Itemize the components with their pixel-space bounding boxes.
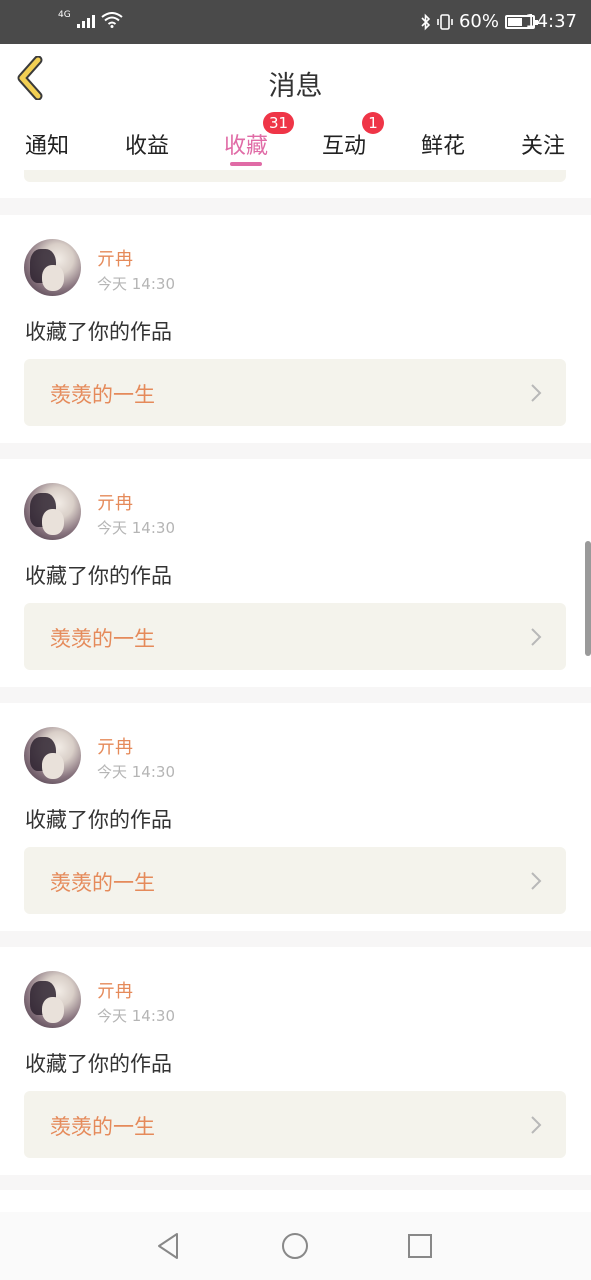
- nav-bar: 消息: [0, 44, 591, 118]
- battery-level: [508, 17, 523, 26]
- previous-card-fragment: [0, 170, 591, 198]
- user-name[interactable]: 亓冉: [97, 977, 133, 1003]
- list-item: 亓冉 今天 14:30 收藏了你的作品 羡羡的一生: [0, 459, 591, 687]
- work-title: 羡羡的一生: [50, 1115, 155, 1139]
- interactions-badge: 1: [362, 112, 384, 134]
- work-link[interactable]: 羡羡的一生: [24, 359, 566, 426]
- favorites-badge: 31: [263, 112, 295, 134]
- user-name[interactable]: 亓冉: [97, 489, 133, 515]
- clock: 14:37: [525, 11, 577, 32]
- timestamp: 今天 14:30: [97, 275, 175, 293]
- recents-square-icon[interactable]: [404, 1230, 436, 1262]
- bluetooth-icon: [421, 13, 431, 30]
- action-text: 收藏了你的作品: [25, 320, 172, 344]
- battery-percent: 60%: [458, 11, 499, 32]
- home-circle-icon[interactable]: [279, 1230, 311, 1262]
- tab-earnings[interactable]: 收益: [117, 128, 177, 160]
- tab-notifications[interactable]: 通知: [17, 128, 77, 160]
- user-name[interactable]: 亓冉: [97, 245, 133, 271]
- work-title: 羡羡的一生: [50, 383, 155, 407]
- avatar[interactable]: [24, 971, 81, 1028]
- work-title: 羡羡的一生: [50, 627, 155, 651]
- tab-flowers[interactable]: 鲜花: [413, 128, 473, 160]
- tab-bar: 通知 收益 收藏 31 互动 1 鲜花 关注: [0, 112, 591, 170]
- vibrate-icon: [437, 13, 453, 30]
- list-item: 亓冉 今天 14:30 收藏了你的作品 羡羡的一生: [0, 947, 591, 1175]
- avatar[interactable]: [24, 727, 81, 784]
- status-right: 60%: [421, 11, 538, 32]
- tab-favorites[interactable]: 收藏: [216, 128, 276, 160]
- chevron-right-icon: [531, 872, 542, 890]
- timestamp: 今天 14:30: [97, 1007, 175, 1025]
- work-link[interactable]: 羡羡的一生: [24, 1091, 566, 1158]
- scrollbar[interactable]: [585, 541, 591, 656]
- action-text: 收藏了你的作品: [25, 1052, 172, 1076]
- chevron-right-icon: [531, 1116, 542, 1134]
- network-type: 4G: [58, 10, 71, 20]
- tab-interactions[interactable]: 互动: [314, 128, 374, 160]
- chevron-right-icon: [531, 384, 542, 402]
- timestamp: 今天 14:30: [97, 763, 175, 781]
- signal-indicator: 4G: [58, 10, 123, 28]
- signal-icon: [76, 14, 95, 28]
- active-tab-indicator: [230, 162, 262, 166]
- previous-work-box[interactable]: [24, 170, 566, 182]
- wifi-icon: [101, 12, 123, 28]
- timestamp: 今天 14:30: [97, 519, 175, 537]
- status-bar: 4G 60% 14:37: [0, 0, 591, 44]
- tab-follows[interactable]: 关注: [513, 128, 573, 160]
- work-title: 羡羡的一生: [50, 871, 155, 895]
- user-name[interactable]: 亓冉: [97, 733, 133, 759]
- system-nav-bar: [0, 1212, 591, 1280]
- action-text: 收藏了你的作品: [25, 808, 172, 832]
- avatar[interactable]: [24, 239, 81, 296]
- work-link[interactable]: 羡羡的一生: [24, 847, 566, 914]
- work-link[interactable]: 羡羡的一生: [24, 603, 566, 670]
- chevron-right-icon: [531, 628, 542, 646]
- page-title: 消息: [268, 71, 323, 102]
- avatar[interactable]: [24, 483, 81, 540]
- list-item: 亓冉 今天 14:30 收藏了你的作品 羡羡的一生: [0, 703, 591, 931]
- action-text: 收藏了你的作品: [25, 564, 172, 588]
- back-triangle-icon[interactable]: [153, 1230, 185, 1262]
- next-card-fragment: [0, 1190, 591, 1212]
- list-item: 亓冉 今天 14:30 收藏了你的作品 羡羡的一生: [0, 215, 591, 443]
